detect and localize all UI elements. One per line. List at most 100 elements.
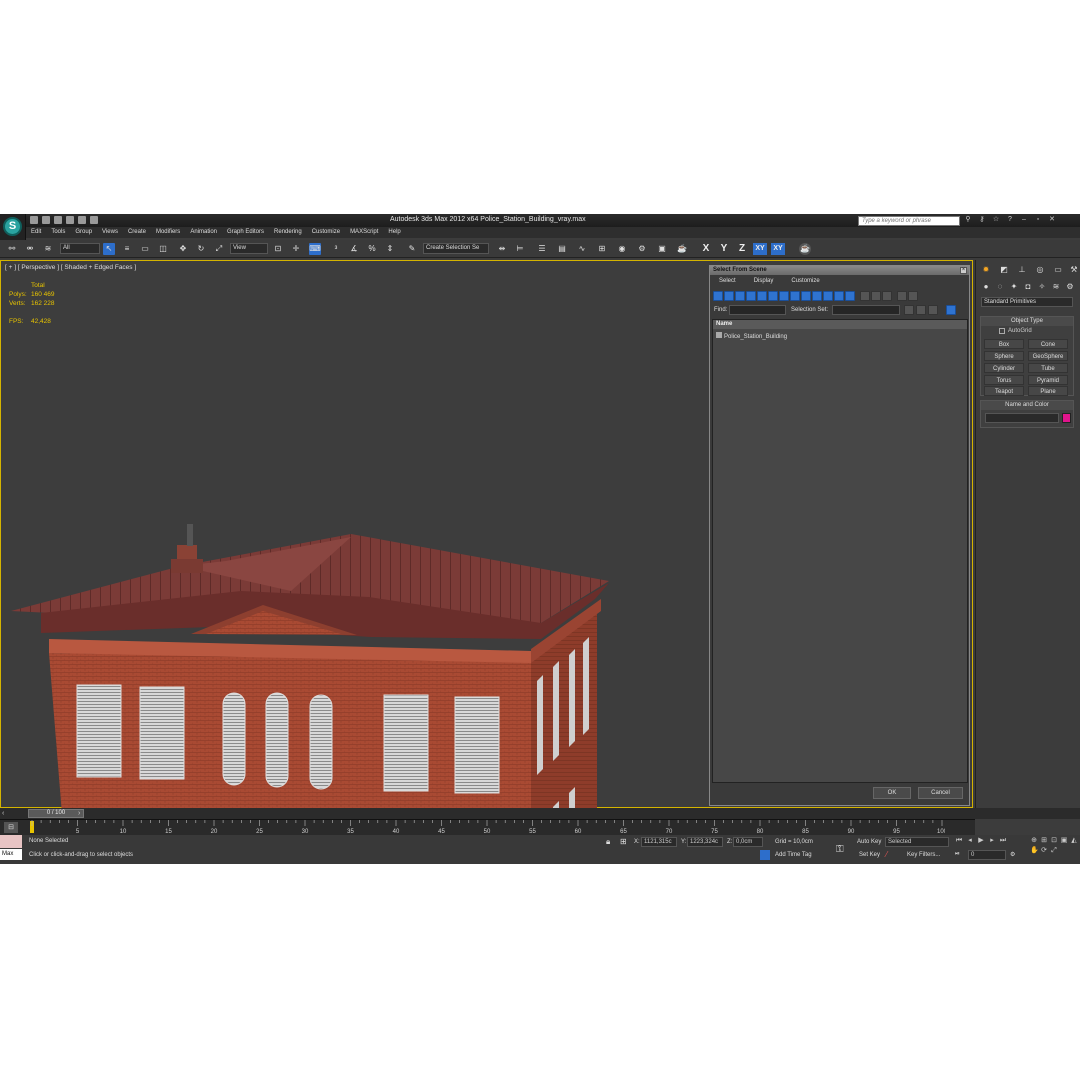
percent-snap-icon[interactable]: %: [366, 243, 378, 255]
dialog-close-icon[interactable]: ×: [960, 267, 967, 274]
unlink-icon[interactable]: ⚮: [24, 243, 36, 255]
name-and-color-header[interactable]: Name and Color: [981, 401, 1073, 410]
key-mode-toggle-icon[interactable]: ⏯: [955, 851, 960, 858]
pan-icon[interactable]: ✋: [1030, 847, 1039, 855]
selection-set-remove-icon[interactable]: [928, 305, 938, 315]
zoom-icon[interactable]: ⊕: [1030, 837, 1038, 845]
key-mode-dropdown[interactable]: Selected: [885, 837, 949, 847]
lock-icon[interactable]: 🔒︎: [606, 837, 610, 847]
minimize-icon[interactable]: –: [1020, 216, 1028, 224]
link-icon[interactable]: ⚯: [6, 243, 18, 255]
maxscript-input[interactable]: Max: [0, 849, 22, 860]
box-button[interactable]: Box: [984, 339, 1024, 349]
schematic-view-icon[interactable]: ⊞: [596, 243, 608, 255]
cameras-icon[interactable]: ◘: [1022, 281, 1034, 293]
close-icon[interactable]: ✕: [1048, 216, 1056, 224]
selection-set-add-icon[interactable]: [916, 305, 926, 315]
new-file-icon[interactable]: [30, 216, 38, 224]
save-file-icon[interactable]: [54, 216, 62, 224]
menu-rendering[interactable]: Rendering: [269, 227, 307, 238]
find-input[interactable]: [729, 305, 786, 315]
object-type-header[interactable]: Object Type: [981, 317, 1073, 326]
funnel-icon[interactable]: [897, 291, 907, 301]
project-folder-icon[interactable]: [90, 216, 98, 224]
object-name-input[interactable]: [985, 413, 1059, 423]
render-production-icon[interactable]: ☕: [676, 243, 688, 255]
snaps-toggle-icon[interactable]: ³: [330, 243, 342, 255]
keyboard-shortcut-override-icon[interactable]: ⌨: [309, 243, 321, 255]
utilities-tab-icon[interactable]: ⚒: [1068, 264, 1080, 276]
pyramid-button[interactable]: Pyramid: [1028, 375, 1068, 385]
field-of-view-icon[interactable]: ◭: [1070, 837, 1078, 845]
select-none-icon[interactable]: [871, 291, 881, 301]
bind-space-warp-icon[interactable]: ≋: [42, 243, 54, 255]
funnel-options-icon[interactable]: [908, 291, 918, 301]
dialog-menu-select[interactable]: Select: [710, 276, 745, 287]
binoculars-icon[interactable]: ⚲: [964, 216, 972, 224]
shapes-icon[interactable]: ◌: [994, 281, 1006, 293]
go-to-end-icon[interactable]: ⏭: [999, 837, 1007, 845]
sync-selection-icon[interactable]: [946, 305, 956, 315]
menu-edit[interactable]: Edit: [26, 227, 46, 238]
geosphere-button[interactable]: GeoSphere: [1028, 351, 1068, 361]
menu-tools[interactable]: Tools: [46, 227, 70, 238]
add-time-tag-button[interactable]: Add Time Tag: [775, 852, 812, 858]
filter-shapes-icon[interactable]: [724, 291, 734, 301]
y-coordinate-field[interactable]: 1223,324c: [687, 837, 723, 847]
current-frame-field[interactable]: 0: [968, 850, 1006, 860]
lights-icon[interactable]: ✦: [1008, 281, 1020, 293]
menu-customize[interactable]: Customize: [307, 227, 345, 238]
key-icon[interactable]: ⚷: [978, 216, 986, 224]
zoom-extents-icon[interactable]: ⊡: [1050, 837, 1058, 845]
object-color-swatch[interactable]: [1062, 413, 1071, 423]
cancel-button[interactable]: Cancel: [918, 787, 963, 799]
time-configuration-icon[interactable]: ⚙: [1010, 851, 1015, 858]
undo-icon[interactable]: [66, 216, 74, 224]
select-manipulate-icon[interactable]: ✛: [290, 243, 302, 255]
teapot-button[interactable]: Teapot: [984, 386, 1024, 396]
select-object-icon[interactable]: ↖: [103, 243, 115, 255]
maximize-icon[interactable]: ▫: [1034, 216, 1042, 224]
create-tab-icon[interactable]: ✹: [980, 264, 992, 276]
axis-xy-plane-button[interactable]: XY: [771, 243, 785, 255]
rotate-icon[interactable]: ↻: [195, 243, 207, 255]
dialog-title[interactable]: Select From Scene: [710, 266, 969, 275]
go-to-start-icon[interactable]: ⏮: [955, 837, 963, 845]
material-editor-icon[interactable]: ◉: [616, 243, 628, 255]
axis-xy-button[interactable]: XY: [753, 243, 767, 255]
z-coordinate-field[interactable]: 0,0cm: [733, 837, 763, 847]
filter-spacewarps-icon[interactable]: [768, 291, 778, 301]
motion-tab-icon[interactable]: ◎: [1034, 264, 1046, 276]
menu-animation[interactable]: Animation: [185, 227, 222, 238]
filter-frozen-icon[interactable]: [823, 291, 833, 301]
systems-icon[interactable]: ⚙: [1064, 281, 1076, 293]
cylinder-button[interactable]: Cylinder: [984, 363, 1024, 373]
play-icon[interactable]: ▶: [977, 837, 985, 845]
window-crossing-icon[interactable]: ◫: [157, 243, 169, 255]
layer-manager-icon[interactable]: ☰: [536, 243, 548, 255]
filter-groups-icon[interactable]: [779, 291, 789, 301]
selection-set-edit-icon[interactable]: [904, 305, 914, 315]
teapot-render-icon[interactable]: ☕: [799, 243, 811, 255]
filter-helpers-icon[interactable]: [757, 291, 767, 301]
menu-maxscript[interactable]: MAXScript: [345, 227, 383, 238]
align-icon[interactable]: ⊨: [514, 243, 526, 255]
menu-help[interactable]: Help: [383, 227, 405, 238]
modify-tab-icon[interactable]: ◩: [998, 264, 1010, 276]
angle-snap-icon[interactable]: ∡: [348, 243, 360, 255]
torus-button[interactable]: Torus: [984, 375, 1024, 385]
select-invert-icon[interactable]: [882, 291, 892, 301]
rect-selection-icon[interactable]: ▭: [139, 243, 151, 255]
search-input[interactable]: Type a keyword or phrase: [858, 216, 960, 226]
filter-cameras-icon[interactable]: [746, 291, 756, 301]
ok-button[interactable]: OK: [873, 787, 911, 799]
prev-frame-arrow-icon[interactable]: ‹: [2, 809, 10, 818]
next-frame-icon[interactable]: ▸: [988, 837, 996, 845]
time-tag-icon[interactable]: [760, 850, 770, 860]
dialog-menu-display[interactable]: Display: [745, 276, 783, 287]
time-slider[interactable]: ‹ 0 / 100 ›: [0, 808, 1080, 819]
mini-curve-editor-icon[interactable]: ⊟: [4, 822, 18, 833]
edit-named-selection-icon[interactable]: ✎: [406, 243, 418, 255]
select-all-icon[interactable]: [860, 291, 870, 301]
auto-key-button[interactable]: Auto Key: [857, 839, 881, 845]
